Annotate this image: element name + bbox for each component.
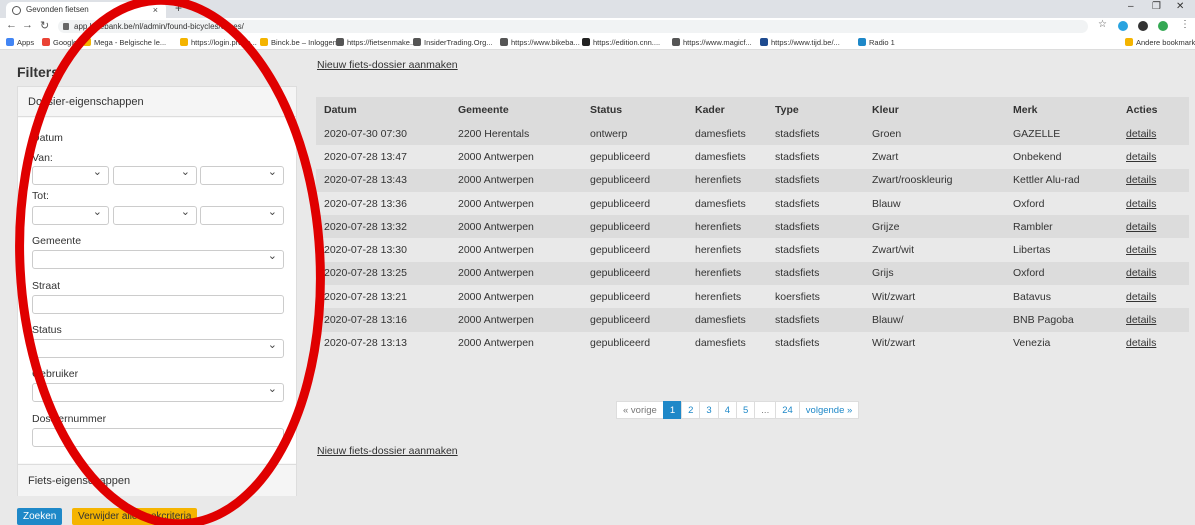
red-ellipse-annotation xyxy=(15,0,325,525)
